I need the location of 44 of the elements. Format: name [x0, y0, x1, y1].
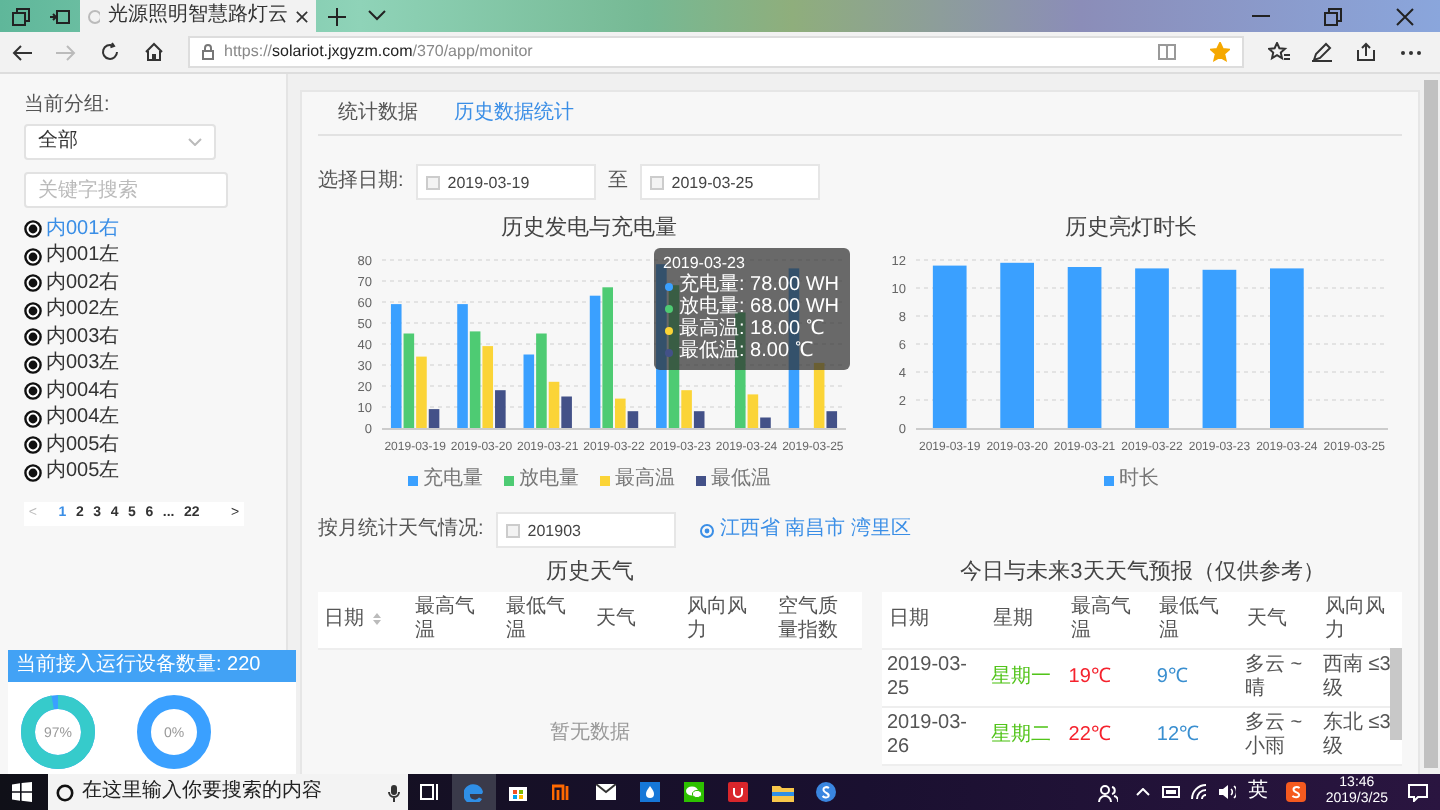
column-header: 风向风力: [1324, 596, 1385, 642]
tooltip-text: 最高温: 18.00 ℃: [679, 318, 824, 341]
table-cell: 2019-03-25: [882, 649, 987, 707]
column-header: 最低气温: [1158, 596, 1219, 642]
tooltip-title: 2019-03-23: [663, 254, 747, 273]
column-header: 最高气温: [1070, 596, 1131, 642]
legend-label: 最高温: [615, 468, 675, 492]
date-label: 选择日期:: [318, 170, 404, 194]
column-header: 星期: [992, 608, 1033, 630]
group-label: 当前分组:: [24, 94, 112, 118]
column-header: 风向风力: [687, 596, 748, 642]
legend-label: 充电量: [423, 468, 483, 492]
url-text: https://solariot.jxgyzm.com/370/app/monitor: [224, 42, 533, 62]
column-header: 最低气温: [505, 596, 566, 642]
column-header: 最高气温: [414, 596, 475, 642]
table-cell: 2019-03-26: [882, 707, 987, 765]
range-separator: 至: [607, 170, 628, 194]
tab-title: 光源照明智慧路灯云: [108, 4, 288, 28]
section-title: 历史天气: [544, 560, 637, 588]
weather-label: 按月统计天气情况:: [318, 518, 484, 542]
chart-title: 历史发电与充电量: [501, 216, 677, 244]
column-header: 日期: [888, 608, 929, 630]
section-title: 今日与未来3天天气预报（仅供参考）: [958, 560, 1327, 588]
tooltip-text: 放电量: 68.00 WH: [679, 296, 840, 319]
column-header: 天气: [1247, 608, 1288, 630]
column-header: 天气: [596, 608, 637, 630]
table-cell: 12℃: [1152, 707, 1242, 765]
table-cell: 9℃: [1152, 649, 1242, 707]
tooltip-text: 充电量: 78.00 WH: [679, 274, 840, 297]
legend-label: 放电量: [519, 468, 579, 492]
device-count-bar: 当前接入运行设备数量: 220: [8, 650, 296, 682]
tooltip-text: 最低温: 8.00 ℃: [679, 340, 813, 365]
table-cell: 22℃: [1064, 707, 1153, 765]
column-header: 日期: [324, 608, 364, 630]
column-header: 空气质量指数: [778, 596, 839, 642]
legend-label: 时长: [1119, 468, 1159, 492]
chart-title: 历史亮灯时长: [1065, 216, 1197, 244]
empty-message: 暂无数据: [550, 722, 631, 746]
legend-label: 最低温: [711, 468, 771, 492]
table-cell: 多云 ~ 小雨: [1241, 707, 1319, 765]
table-cell: 多云 ~ 晴: [1241, 649, 1319, 707]
table-cell: 19℃: [1064, 649, 1153, 707]
table-cell: 星期二: [986, 707, 1065, 765]
table-cell: 星期一: [986, 649, 1065, 707]
